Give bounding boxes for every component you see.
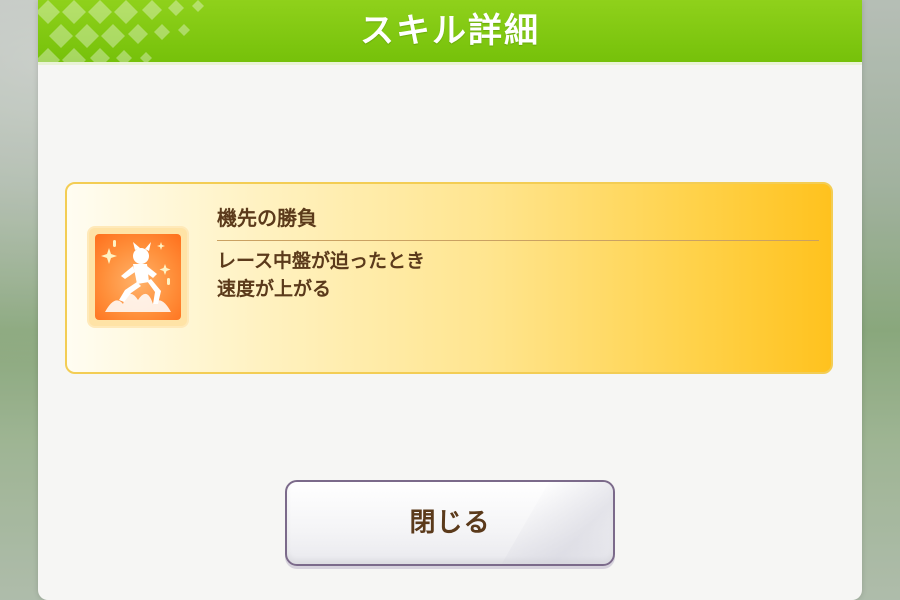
dialog-title: スキル詳細 (360, 11, 540, 51)
skill-card: 機先の勝負 レース中盤が迫ったとき 速度が上がる (65, 182, 833, 374)
skill-description-line-2: 速度が上がる (217, 278, 332, 300)
skill-name: 機先の勝負 (217, 206, 317, 230)
skill-description: レース中盤が迫ったとき 速度が上がる (217, 247, 425, 303)
skill-description-line-1: レース中盤が迫ったとき (217, 250, 426, 272)
close-button-label: 閉じる (409, 508, 491, 538)
close-button[interactable]: 閉じる (285, 480, 615, 566)
dialog-header: スキル詳細 (38, 0, 862, 65)
skill-divider (217, 240, 819, 241)
skill-icon-frame (89, 228, 187, 326)
skill-detail-dialog: スキル詳細 機先の勝負 レース中盤が迫ったとき 速度が上がる 閉じる (38, 0, 862, 600)
speed-up-runner-icon (95, 234, 181, 320)
